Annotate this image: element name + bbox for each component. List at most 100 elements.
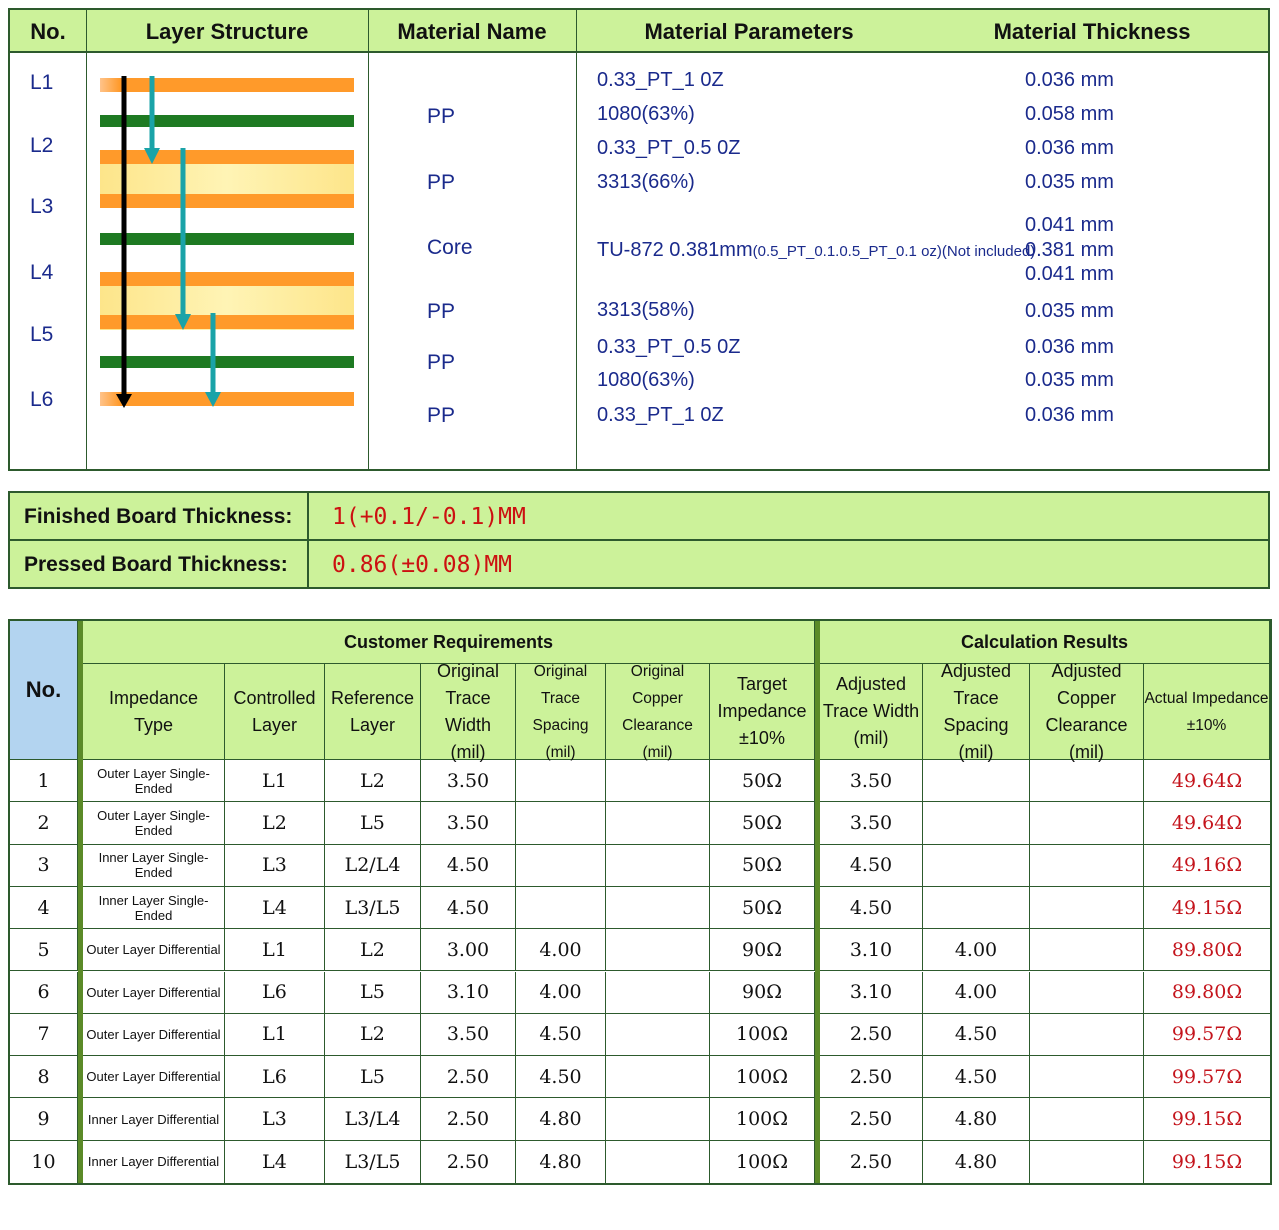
column-header-line: Trace Spacing	[943, 687, 1009, 735]
column-header-adj-spacing: Adjusted Trace Spacing (mil)	[923, 661, 1030, 762]
cell-target: 90Ω	[710, 971, 815, 1014]
material-name: PP	[427, 404, 456, 427]
cell-ref: L5	[325, 971, 421, 1014]
cell-no: 5	[10, 929, 78, 972]
cell-oc	[606, 1056, 710, 1099]
material-name: Core	[427, 236, 473, 259]
column-header-line: Type	[133, 714, 174, 735]
material-thickness: 0.041 mm	[1025, 214, 1114, 236]
cell-no: 1	[10, 760, 78, 803]
cell-ac	[1030, 1140, 1144, 1183]
cell-ac	[1030, 802, 1144, 845]
cell-aw: 2.50	[820, 1013, 923, 1057]
cell-as	[923, 886, 1030, 930]
cell-ac	[1030, 971, 1144, 1014]
cell-aw: 3.10	[820, 929, 923, 972]
column-header-controlled: Controlled Layer	[225, 664, 325, 760]
column-header-line: Copper	[1056, 687, 1117, 708]
cell-no: 10	[10, 1140, 78, 1183]
column-header-line: Target	[736, 674, 788, 694]
cell-target: 50Ω	[710, 886, 815, 930]
header-material-name: Material Name	[397, 19, 547, 44]
cell-ow: 3.10	[421, 971, 516, 1014]
column-header-line: Original	[630, 662, 685, 680]
cell-type: Inner Layer Differential	[83, 1140, 225, 1183]
column-header-orig-clear: Original Copper Clearance (mil)	[606, 663, 710, 761]
cell-no: 2	[10, 802, 78, 845]
cell-ref: L3/L4	[325, 1098, 421, 1141]
column-header-line: Trace Width	[444, 687, 491, 735]
cell-ow: 4.50	[421, 886, 516, 930]
cell-oc	[606, 1140, 710, 1183]
column-header-line: Trace	[540, 689, 581, 707]
core-parameter-main: TU-872 0.381mm	[597, 239, 753, 261]
material-name: PP	[427, 171, 456, 194]
material-thickness: 0.035 mm	[1025, 300, 1114, 322]
cell-actual: 49.64Ω	[1144, 802, 1270, 845]
material-thickness: 0.036 mm	[1025, 404, 1114, 426]
cell-target: 100Ω	[710, 1098, 815, 1141]
cell-aw: 2.50	[820, 1056, 923, 1099]
cell-no: 7	[10, 1013, 78, 1057]
column-header-line: (mil)	[853, 728, 889, 748]
cell-os: 4.00	[516, 971, 606, 1014]
header-material-thickness: Material Thickness	[993, 19, 1191, 44]
pressed-thickness-row: Pressed Board Thickness: 0.86(±0.08)MM	[10, 541, 1268, 589]
cell-target: 50Ω	[710, 844, 815, 887]
cell-no: 3	[10, 844, 78, 887]
material-thickness: 0.058 mm	[1025, 103, 1114, 125]
board-thickness-box: Finished Board Thickness: 1(+0.1/-0.1)MM…	[8, 491, 1270, 589]
cell-type: Inner Layer Differential	[83, 1098, 225, 1141]
cell-ac	[1030, 844, 1144, 887]
cell-ac	[1030, 1013, 1144, 1057]
divider	[576, 10, 577, 471]
column-header-line: Spacing (mil)	[532, 716, 589, 761]
cell-no: 8	[10, 1056, 78, 1099]
column-header-actual: Actual Impedance ±10%	[1144, 664, 1270, 760]
cell-oc	[606, 886, 710, 930]
material-thickness: 0.035 mm	[1025, 171, 1114, 193]
cell-ref: L2	[325, 1013, 421, 1057]
cell-ctrl: L4	[225, 886, 325, 930]
column-header-line: Adjusted	[940, 660, 1012, 681]
cell-ref: L5	[325, 1056, 421, 1099]
column-header-line: ±10%	[739, 728, 785, 748]
cell-ow: 4.50	[421, 844, 516, 887]
cell-as	[923, 844, 1030, 887]
cell-ow: 3.50	[421, 760, 516, 803]
cell-os: 4.80	[516, 1140, 606, 1183]
cell-oc	[606, 844, 710, 887]
cell-ctrl: L2	[225, 802, 325, 845]
material-name: PP	[427, 105, 456, 128]
cell-ref: L2/L4	[325, 844, 421, 887]
column-header-type: Impedance Type	[83, 664, 225, 760]
cell-ref: L3/L5	[325, 886, 421, 930]
cell-os	[516, 886, 606, 930]
cell-as: 4.00	[923, 929, 1030, 972]
material-thickness: 0.036 mm	[1025, 137, 1114, 159]
cell-os	[516, 802, 606, 845]
cell-as: 4.00	[923, 971, 1030, 1014]
column-header-line: Impedance	[717, 701, 807, 721]
column-separator	[78, 621, 83, 1183]
cell-ctrl: L1	[225, 1013, 325, 1057]
reference-arrow-icon	[144, 76, 160, 164]
cell-ref: L3/L5	[325, 1140, 421, 1183]
cell-no: 4	[10, 886, 78, 930]
cell-actual: 99.57Ω	[1144, 1056, 1270, 1099]
cell-os: 4.80	[516, 1098, 606, 1141]
cell-as: 4.80	[923, 1098, 1030, 1141]
stackup-table: No. Layer Structure Material Name Materi…	[8, 8, 1270, 471]
column-header-line: Original	[436, 660, 500, 681]
cell-type: Outer Layer Single-Ended	[83, 760, 225, 803]
cell-ctrl: L4	[225, 1140, 325, 1183]
column-header-adj-clear: Adjusted Copper Clearance (mil)	[1030, 661, 1144, 762]
cell-type: Outer Layer Differential	[83, 1056, 225, 1099]
reference-arrows	[116, 76, 221, 408]
material-parameter: 0.33_PT_1 0Z	[597, 404, 724, 426]
cell-ctrl: L3	[225, 1098, 325, 1141]
cell-ow: 2.50	[421, 1056, 516, 1099]
cell-os	[516, 844, 606, 887]
material-name: PP	[427, 351, 456, 374]
column-header-line: Copper	[632, 689, 683, 707]
